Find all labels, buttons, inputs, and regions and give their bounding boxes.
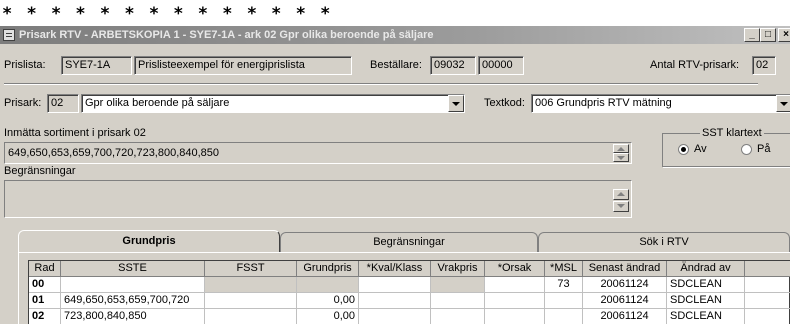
window-app-icon (3, 29, 15, 41)
prisark-window: Prisark RTV - ARBETSKOPIA 1 - SYE7-1A - … (0, 26, 790, 324)
prisark-select-value: Gpr olika beroende på säljare (85, 97, 230, 109)
cell-orsak[interactable] (485, 309, 545, 324)
chevron-down-icon[interactable] (776, 95, 790, 112)
scroll-down-icon[interactable] (613, 153, 629, 162)
cell-extra[interactable] (745, 293, 790, 309)
antal-rtv-prisark-label: Antal RTV-prisark: (650, 59, 740, 71)
sortiment-value: 649,650,653,659,700,720,723,800,840,850 (8, 147, 220, 159)
prisark-label: Prisark: (4, 97, 42, 109)
scroll-up-icon[interactable] (613, 189, 629, 200)
tab-begransningar-label: Begränsningar (373, 236, 445, 248)
bestallare-number-field[interactable]: 00000 (478, 56, 524, 75)
textkod-label: Textkod: (484, 97, 525, 109)
cell-fsst[interactable] (205, 293, 297, 309)
cell-fsst[interactable] (205, 309, 297, 324)
sortiment-field[interactable]: 649,650,653,659,700,720,723,800,840,850 (4, 142, 632, 164)
table-row-number[interactable]: 00 (29, 277, 61, 293)
title-bar[interactable]: Prisark RTV - ARBETSKOPIA 1 - SYE7-1A - … (0, 26, 790, 44)
separator-line (4, 83, 758, 85)
maximize-button[interactable]: □ (760, 28, 776, 42)
cell-orsak[interactable] (485, 293, 545, 309)
cell-senast-andrad[interactable]: 20061124 (583, 277, 667, 293)
col-header-vrakpris[interactable]: Vrakpris (431, 261, 485, 277)
prisark-code-field[interactable]: 02 (47, 94, 79, 113)
col-header-senast-andrad[interactable]: Senast ändrad (583, 261, 667, 277)
sst-pa-radio[interactable] (741, 144, 752, 155)
cell-grundpris[interactable] (297, 277, 359, 293)
sst-av-radio[interactable] (678, 144, 689, 155)
cell-grundpris[interactable]: 0,00 (297, 293, 359, 309)
col-header-rad[interactable]: Rad (29, 261, 61, 277)
prisark-select[interactable]: Gpr olika beroende på säljare (81, 94, 465, 113)
table-row-number[interactable]: 02 (29, 309, 61, 324)
cell-kval-klass[interactable] (359, 277, 431, 293)
antal-rtv-prisark-field[interactable]: 02 (752, 56, 776, 75)
scroll-up-icon[interactable] (613, 144, 629, 153)
cell-msl[interactable] (545, 309, 583, 324)
cell-andrad-av[interactable]: SDCLEAN (667, 293, 745, 309)
textkod-select[interactable]: 006 Grundpris RTV mätning (531, 94, 790, 113)
cell-msl[interactable]: 73 (545, 277, 583, 293)
cell-fsst[interactable] (205, 277, 297, 293)
begransningar-field[interactable] (4, 180, 632, 218)
asterisk-banner: * * * * * * * * * * * * * * (2, 4, 333, 24)
cell-vrakpris[interactable] (431, 309, 485, 324)
window-title: Prisark RTV - ARBETSKOPIA 1 - SYE7-1A - … (19, 29, 434, 41)
cell-sste[interactable]: 723,800,840,850 (61, 309, 205, 324)
cell-senast-andrad[interactable]: 20061124 (583, 309, 667, 324)
cell-sste[interactable]: 649,650,653,659,700,720 (61, 293, 205, 309)
chevron-down-icon[interactable] (448, 95, 464, 112)
cell-extra[interactable] (745, 277, 790, 293)
sortiment-label: Inmätta sortiment i prisark 02 (4, 127, 146, 139)
prislista-label: Prislista: (4, 59, 46, 71)
cell-andrad-av[interactable]: SDCLEAN (667, 277, 745, 293)
col-header-orsak[interactable]: *Orsak (485, 261, 545, 277)
col-header-grundpris[interactable]: Grundpris (297, 261, 359, 277)
prislista-description-field[interactable]: Prislisteexempel för energiprislista (134, 56, 352, 75)
cell-vrakpris[interactable] (431, 293, 485, 309)
cell-senast-andrad[interactable]: 20061124 (583, 293, 667, 309)
tab-begransningar[interactable]: Begränsningar (280, 232, 538, 252)
cell-kval-klass[interactable] (359, 309, 431, 324)
col-header-kval-klass[interactable]: *Kval/Klass (359, 261, 431, 277)
tab-sok-i-rtv-label: Sök i RTV (639, 236, 689, 248)
cell-orsak[interactable] (485, 277, 545, 293)
close-button[interactable]: × (778, 28, 790, 42)
cell-andrad-av[interactable]: SDCLEAN (667, 309, 745, 324)
cell-msl[interactable] (545, 293, 583, 309)
bestallare-label: Beställare: (370, 59, 422, 71)
col-header-extra[interactable] (745, 261, 790, 277)
tab-sok-i-rtv[interactable]: Sök i RTV (538, 232, 790, 252)
col-header-fsst[interactable]: FSST (205, 261, 297, 277)
prislista-code-field[interactable]: SYE7-1A (61, 56, 132, 75)
col-header-msl[interactable]: *MSL (545, 261, 583, 277)
bestallare-code-field[interactable]: 09032 (430, 56, 476, 75)
cell-vrakpris[interactable] (431, 277, 485, 293)
cell-kval-klass[interactable] (359, 293, 431, 309)
cell-sste[interactable] (61, 277, 205, 293)
tab-grundpris[interactable]: Grundpris (18, 230, 280, 252)
textkod-select-value: 006 Grundpris RTV mätning (535, 97, 672, 109)
minimize-button[interactable]: _ (744, 28, 760, 42)
begransningar-label: Begränsningar (4, 165, 76, 177)
scroll-down-icon[interactable] (613, 201, 629, 212)
cell-extra[interactable] (745, 309, 790, 324)
tab-grundpris-label: Grundpris (122, 235, 176, 247)
cell-grundpris[interactable]: 0,00 (297, 309, 359, 324)
price-grid: Rad SSTE FSST Grundpris *Kval/Klass Vrak… (28, 260, 790, 324)
sst-klartext-legend: SST klartext (700, 126, 764, 140)
sst-pa-label: På (757, 143, 771, 155)
col-header-andrad-av[interactable]: Ändrad av (667, 261, 745, 277)
sst-av-label: Av (694, 143, 707, 155)
col-header-sste[interactable]: SSTE (61, 261, 205, 277)
table-row-number[interactable]: 01 (29, 293, 61, 309)
